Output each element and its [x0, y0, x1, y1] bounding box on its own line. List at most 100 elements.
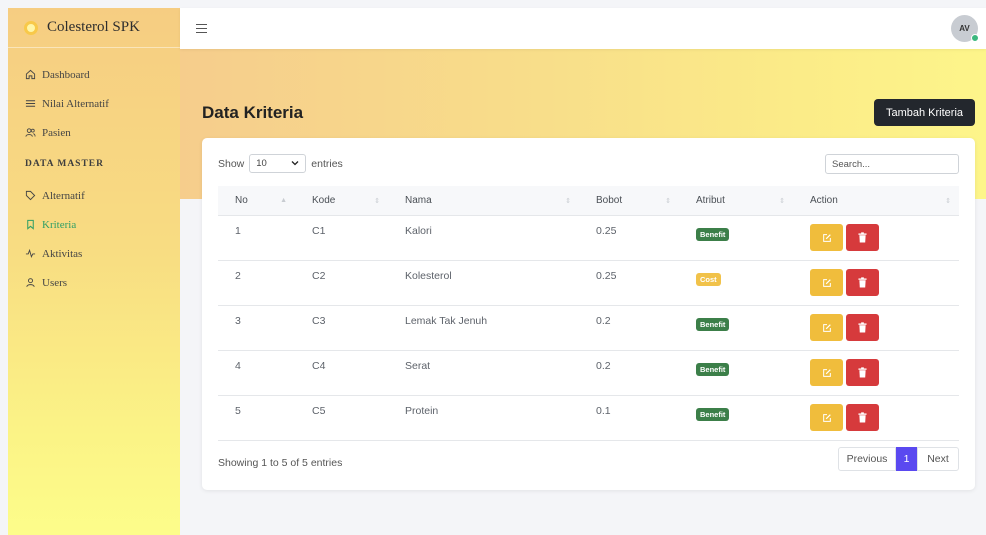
kriteria-table: No ▲ Kode ⇕ Nama ⇕ Bobot ⇕ Atribut ⇕ Action ⇕ … [218, 186, 959, 441]
column-header-nama[interactable]: Nama ⇕ [388, 186, 579, 215]
table-row: 5 C5 Protein 0.1 Benefit [218, 396, 959, 441]
entries-select[interactable]: 10 [249, 154, 307, 173]
users-icon [25, 127, 36, 138]
sidebar-item-label: Nilai Alternatif [42, 97, 109, 110]
delete-button[interactable] [846, 314, 879, 341]
cell-kode: C2 [312, 270, 326, 282]
edit-icon [822, 233, 831, 242]
cell-bobot: 0.25 [596, 225, 617, 237]
atribut-badge: Benefit [696, 408, 730, 421]
edit-icon [822, 323, 831, 332]
sidebar-item-kriteria[interactable]: Kriteria [8, 210, 180, 239]
page-button-1[interactable]: 1 [896, 447, 917, 471]
atribut-badge: Benefit [696, 363, 730, 376]
menu-toggle-icon[interactable] [196, 24, 207, 33]
column-header-atribut[interactable]: Atribut ⇕ [679, 186, 793, 215]
trash-icon [858, 367, 867, 378]
trash-icon [858, 232, 867, 243]
cell-no: 2 [235, 270, 241, 282]
add-kriteria-button[interactable]: Tambah Kriteria [874, 99, 975, 126]
online-status-icon [971, 34, 979, 42]
delete-button[interactable] [846, 269, 879, 296]
cell-nama: Kalori [405, 225, 432, 237]
sidebar-item-users[interactable]: Users [8, 268, 180, 297]
edit-icon [822, 413, 831, 422]
sidebar-item-label: Pasien [42, 126, 71, 139]
trash-icon [858, 322, 867, 333]
entries-select-value: 10 [256, 158, 267, 169]
show-label: Show [218, 157, 245, 170]
previous-page-button[interactable]: Previous [838, 447, 896, 471]
delete-button[interactable] [846, 404, 879, 431]
search-input[interactable] [825, 154, 959, 174]
edit-button[interactable] [810, 404, 843, 431]
next-page-button[interactable]: Next [917, 447, 959, 471]
sidebar-item-label: Users [42, 276, 68, 289]
entries-length-control: Show 10 entries [218, 154, 343, 173]
column-header-no[interactable]: No ▲ [218, 186, 295, 215]
avatar-initials: AV [959, 24, 970, 33]
column-header-bobot[interactable]: Bobot ⇕ [579, 186, 679, 215]
table-row: 2 C2 Kolesterol 0.25 Cost [218, 261, 959, 306]
page-title: Data Kriteria [202, 103, 304, 122]
sort-icon: ⇕ [374, 197, 380, 205]
brand[interactable]: Colesterol SPK [8, 8, 180, 48]
cell-kode: C5 [312, 405, 326, 417]
sort-asc-icon: ▲ [280, 197, 287, 204]
cell-bobot: 0.2 [596, 315, 611, 327]
user-icon [25, 277, 36, 288]
sort-icon: ⇕ [565, 197, 571, 205]
entries-label: entries [311, 157, 343, 170]
cell-nama: Lemak Tak Jenuh [405, 315, 488, 327]
cell-kode: C4 [312, 360, 326, 372]
column-header-kode[interactable]: Kode ⇕ [295, 186, 388, 215]
edit-button[interactable] [810, 269, 843, 296]
cell-no: 1 [235, 225, 241, 237]
sort-icon: ⇕ [945, 197, 951, 205]
cell-bobot: 0.1 [596, 405, 611, 417]
cell-no: 4 [235, 360, 241, 372]
pagination: Previous 1 Next [838, 447, 959, 471]
edit-button[interactable] [810, 314, 843, 341]
avatar[interactable]: AV [951, 15, 979, 42]
edit-icon [822, 278, 831, 287]
cell-kode: C3 [312, 315, 326, 327]
atribut-badge: Benefit [696, 228, 730, 241]
tag-icon [25, 190, 36, 201]
trash-icon [858, 277, 867, 288]
cell-nama: Serat [405, 360, 431, 372]
column-header-action[interactable]: Action ⇕ [793, 186, 959, 215]
sidebar-item-label: Dashboard [42, 68, 90, 81]
chevron-down-icon [291, 158, 299, 169]
cell-bobot: 0.2 [596, 360, 611, 372]
sidebar-item-alternatif[interactable]: Alternatif [8, 181, 180, 210]
activity-icon [25, 248, 36, 259]
delete-button[interactable] [846, 224, 879, 251]
kriteria-card: Show 10 entries No▲ Kode⇕ Nama⇕ Bobot⇕ A… [202, 138, 975, 490]
topbar: AV [180, 8, 986, 49]
table-info: Showing 1 to 5 of 5 entries [218, 457, 343, 469]
bookmark-icon [25, 219, 36, 230]
cell-bobot: 0.25 [596, 270, 617, 282]
brand-logo-icon [24, 20, 38, 35]
atribut-badge: Benefit [696, 318, 730, 331]
sidebar-item-label: Aktivitas [42, 247, 83, 260]
sort-icon: ⇕ [665, 197, 671, 205]
home-icon [25, 69, 36, 80]
sidebar-item-nilai-alternatif[interactable]: Nilai Alternatif [8, 89, 180, 118]
sort-icon: ⇕ [779, 197, 785, 205]
edit-button[interactable] [810, 224, 843, 251]
sidebar-item-pasien[interactable]: Pasien [8, 118, 180, 147]
table-row: 4 C4 Serat 0.2 Benefit [218, 351, 959, 396]
brand-name: Colesterol SPK [47, 19, 140, 35]
sidebar: Colesterol SPK Dashboard Nilai Alternati… [8, 8, 180, 535]
edit-icon [822, 368, 831, 377]
edit-button[interactable] [810, 359, 843, 386]
sidebar-item-aktivitas[interactable]: Aktivitas [8, 239, 180, 268]
cell-nama: Kolesterol [405, 270, 452, 282]
delete-button[interactable] [846, 359, 879, 386]
sidebar-item-dashboard[interactable]: Dashboard [8, 60, 180, 89]
atribut-badge: Cost [696, 273, 721, 286]
table-row: 3 C3 Lemak Tak Jenuh 0.2 Benefit [218, 306, 959, 351]
trash-icon [858, 412, 867, 423]
